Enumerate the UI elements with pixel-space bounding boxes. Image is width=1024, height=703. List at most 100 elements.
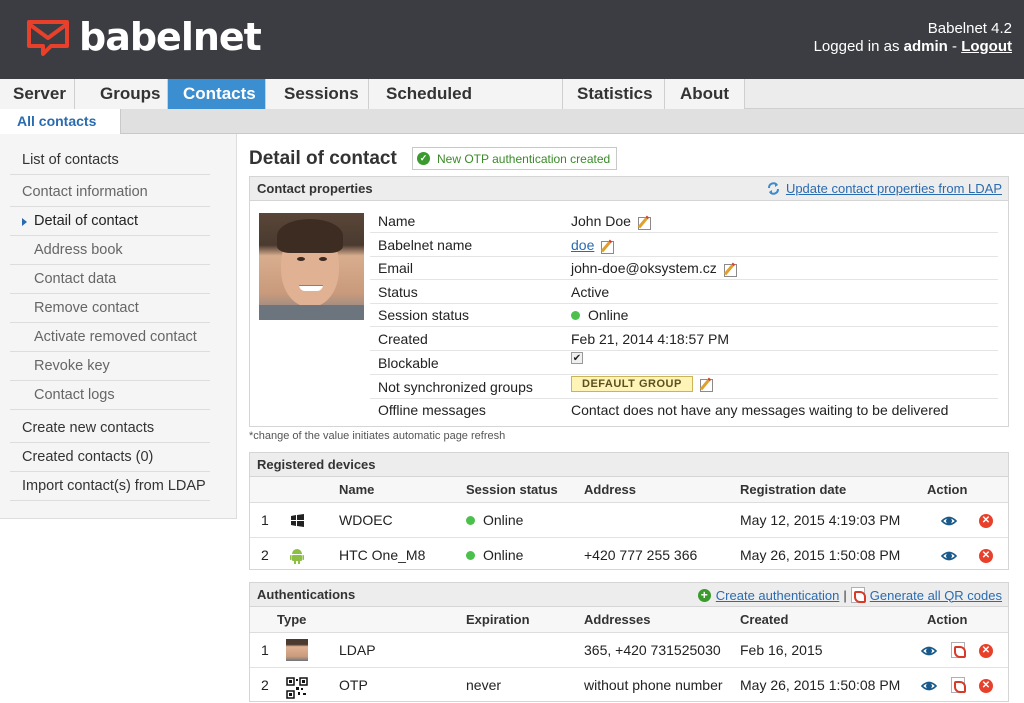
- prop-label: Status: [378, 284, 418, 300]
- sidebar-item-contact-information: Contact information: [10, 178, 210, 207]
- success-check-icon: ✓: [417, 152, 430, 165]
- column-header: Action: [927, 482, 968, 497]
- tab-statistics[interactable]: Statistics: [563, 79, 665, 109]
- status-text: Online: [483, 512, 524, 528]
- column-header: Action: [927, 612, 968, 627]
- brand-name: babelnet: [79, 15, 262, 59]
- logo[interactable]: babelnet: [25, 15, 262, 59]
- babelnet-name-link[interactable]: doe: [571, 234, 594, 257]
- sidebar: List of contacts Contact information Det…: [0, 134, 237, 519]
- add-icon: +: [697, 588, 711, 602]
- tab-server[interactable]: Server: [0, 79, 75, 109]
- sidebar-item-created-contacts[interactable]: Created contacts (0): [10, 443, 210, 472]
- delete-icon[interactable]: ✕: [979, 549, 993, 563]
- prop-row-offline-messages: Offline messages Contact does not have a…: [370, 399, 998, 422]
- prop-value: DEFAULT GROUP: [571, 376, 713, 392]
- prop-row-not-synchronized-groups: Not synchronized groups DEFAULT GROUP: [370, 376, 998, 399]
- column-header: Expiration: [466, 612, 530, 627]
- session-status: Online: [466, 538, 523, 573]
- shirt-shape: [259, 305, 364, 320]
- view-eye-icon[interactable]: [941, 513, 957, 529]
- prop-label: Created: [378, 331, 428, 347]
- sidebar-item-import-from-ldap[interactable]: Import contact(s) from LDAP: [10, 472, 210, 501]
- registration-date: May 26, 2015 1:50:08 PM: [740, 547, 901, 563]
- status-text: Online: [483, 547, 524, 563]
- sidebar-item-detail-of-contact[interactable]: Detail of contact: [10, 207, 210, 236]
- prop-label: Name: [378, 213, 416, 229]
- generate-qr-codes-link[interactable]: Generate all QR codes: [870, 588, 1002, 603]
- sidebar-item-contact-data[interactable]: Contact data: [10, 265, 210, 294]
- tab-all-contacts[interactable]: All contacts: [0, 109, 121, 134]
- logout-link[interactable]: Logout: [961, 38, 1012, 55]
- group-badge: DEFAULT GROUP: [571, 376, 693, 392]
- prop-label: Not synchronized groups: [378, 379, 533, 395]
- create-authentication-link[interactable]: Create authentication: [716, 588, 840, 603]
- panel-title: Contact properties: [257, 181, 373, 196]
- edit-icon[interactable]: [699, 377, 713, 392]
- refresh-footnote: *change of the value initiates automatic…: [249, 430, 506, 442]
- view-eye-icon[interactable]: [941, 548, 957, 564]
- prop-row-babelnet-name: Babelnet name doe: [370, 234, 998, 257]
- edit-icon[interactable]: [723, 262, 737, 277]
- version-label: Babelnet 4.2: [927, 20, 1012, 37]
- android-icon: [290, 549, 304, 564]
- mouth-shape: [299, 285, 323, 291]
- blockable-checkbox[interactable]: ✔: [571, 352, 583, 364]
- sidebar-item-create-new-contacts[interactable]: Create new contacts: [10, 414, 210, 443]
- auth-expiration: never: [466, 677, 502, 693]
- online-dot-icon: [466, 551, 475, 560]
- row-number: 2: [261, 547, 269, 563]
- sidebar-item-remove-contact[interactable]: Remove contact: [10, 294, 210, 323]
- column-header: Type: [277, 612, 307, 627]
- success-notice: ✓ New OTP authentication created: [412, 147, 618, 170]
- delete-icon[interactable]: ✕: [979, 644, 993, 658]
- tab-sessions[interactable]: Sessions: [266, 79, 369, 109]
- user-info: Babelnet 4.2 Logged in as admin - Logout: [814, 20, 1012, 56]
- view-eye-icon[interactable]: [921, 678, 937, 694]
- online-dot-icon: [466, 516, 475, 525]
- prop-row-session-status: Session status Online: [370, 304, 998, 327]
- sidebar-item-address-book[interactable]: Address book: [10, 236, 210, 265]
- update-from-ldap-link[interactable]: Update contact properties from LDAP: [766, 181, 1002, 196]
- sidebar-item-activate-removed-contact[interactable]: Activate removed contact: [10, 323, 210, 352]
- name-value: John Doe: [571, 213, 631, 229]
- sidebar-item-list-of-contacts[interactable]: List of contacts: [10, 146, 210, 175]
- contact-photo: [259, 213, 364, 320]
- separator: -: [952, 38, 958, 55]
- tab-groups[interactable]: Groups: [75, 79, 168, 109]
- prop-row-status: Status Active: [370, 281, 998, 304]
- tab-about[interactable]: About: [665, 79, 745, 109]
- tab-contacts[interactable]: Contacts: [168, 79, 266, 109]
- panel-header: Contact properties Update contact proper…: [250, 177, 1008, 201]
- delete-icon[interactable]: ✕: [979, 514, 993, 528]
- device-name: HTC One_M8: [339, 547, 426, 563]
- auth-actions: + Create authentication | Generate all Q…: [697, 587, 1002, 603]
- eye-shape: [297, 257, 305, 261]
- current-arrow-icon: [22, 218, 27, 226]
- pdf-icon[interactable]: [951, 642, 966, 658]
- auth-created: May 26, 2015 1:50:08 PM: [740, 677, 901, 693]
- contact-properties-panel: Contact properties Update contact proper…: [249, 176, 1009, 427]
- link-separator: |: [843, 587, 847, 603]
- row-number: 2: [261, 677, 269, 693]
- sidebar-item-revoke-key[interactable]: Revoke key: [10, 352, 210, 381]
- prop-value: ✔: [571, 352, 583, 364]
- prop-label: Babelnet name: [378, 237, 473, 253]
- sidebar-item-contact-logs[interactable]: Contact logs: [10, 381, 210, 410]
- edit-icon[interactable]: [600, 239, 615, 254]
- eye-shape: [319, 257, 327, 261]
- edit-icon[interactable]: [637, 215, 651, 230]
- prop-value: john-doe@oksystem.cz: [571, 257, 737, 280]
- session-status: Online: [466, 503, 523, 538]
- view-eye-icon[interactable]: [921, 643, 937, 659]
- panel-header: Authentications + Create authentication …: [250, 583, 1008, 607]
- column-header: Registration date: [740, 482, 847, 497]
- pdf-icon[interactable]: [951, 677, 966, 693]
- prop-label: Session status: [378, 307, 470, 323]
- prop-value: John Doe: [571, 210, 651, 233]
- tab-scheduled-messages[interactable]: Scheduled messages: [369, 79, 563, 132]
- panel-title: Authentications: [257, 587, 356, 602]
- page-title: Detail of contact: [249, 148, 397, 169]
- created-value: Feb 21, 2014 4:18:57 PM: [571, 331, 729, 347]
- delete-icon[interactable]: ✕: [979, 679, 993, 693]
